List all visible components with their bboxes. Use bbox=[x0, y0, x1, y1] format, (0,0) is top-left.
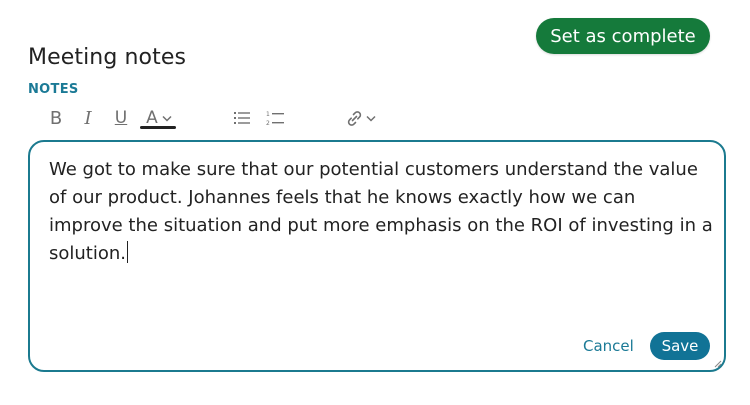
numbered-list-icon: 1 2 bbox=[266, 111, 284, 126]
text-caret bbox=[127, 241, 129, 263]
underline-button[interactable]: U bbox=[110, 104, 132, 132]
formatting-toolbar: B I U A 1 2 bbox=[40, 104, 400, 134]
italic-icon: I bbox=[84, 107, 92, 129]
resize-handle-icon[interactable] bbox=[712, 358, 722, 368]
italic-button[interactable]: I bbox=[78, 104, 98, 132]
svg-text:1: 1 bbox=[266, 111, 270, 118]
bulleted-list-button[interactable] bbox=[232, 104, 252, 132]
text-color-swatch bbox=[140, 126, 176, 129]
chevron-down-icon bbox=[366, 115, 376, 122]
link-button[interactable] bbox=[342, 104, 378, 132]
chevron-down-icon bbox=[162, 115, 172, 122]
text-color-icon: A bbox=[146, 108, 158, 128]
notes-editor[interactable]: We got to make sure that our potential c… bbox=[28, 140, 726, 372]
notes-textarea[interactable]: We got to make sure that our potential c… bbox=[49, 156, 714, 268]
bulleted-list-icon bbox=[234, 112, 250, 124]
numbered-list-button[interactable]: 1 2 bbox=[264, 104, 286, 132]
bold-button[interactable]: B bbox=[46, 104, 66, 132]
cancel-button[interactable]: Cancel bbox=[583, 332, 634, 360]
underline-icon: U bbox=[114, 108, 128, 128]
svg-text:2: 2 bbox=[266, 120, 270, 126]
notes-text: We got to make sure that our potential c… bbox=[49, 159, 713, 264]
set-as-complete-button[interactable]: Set as complete bbox=[536, 18, 710, 54]
save-button[interactable]: Save bbox=[650, 332, 710, 360]
text-color-button[interactable]: A bbox=[140, 104, 178, 132]
bold-icon: B bbox=[49, 107, 63, 129]
notes-section-label: NOTES bbox=[28, 82, 79, 97]
link-icon bbox=[347, 111, 362, 126]
page-title: Meeting notes bbox=[28, 44, 187, 70]
